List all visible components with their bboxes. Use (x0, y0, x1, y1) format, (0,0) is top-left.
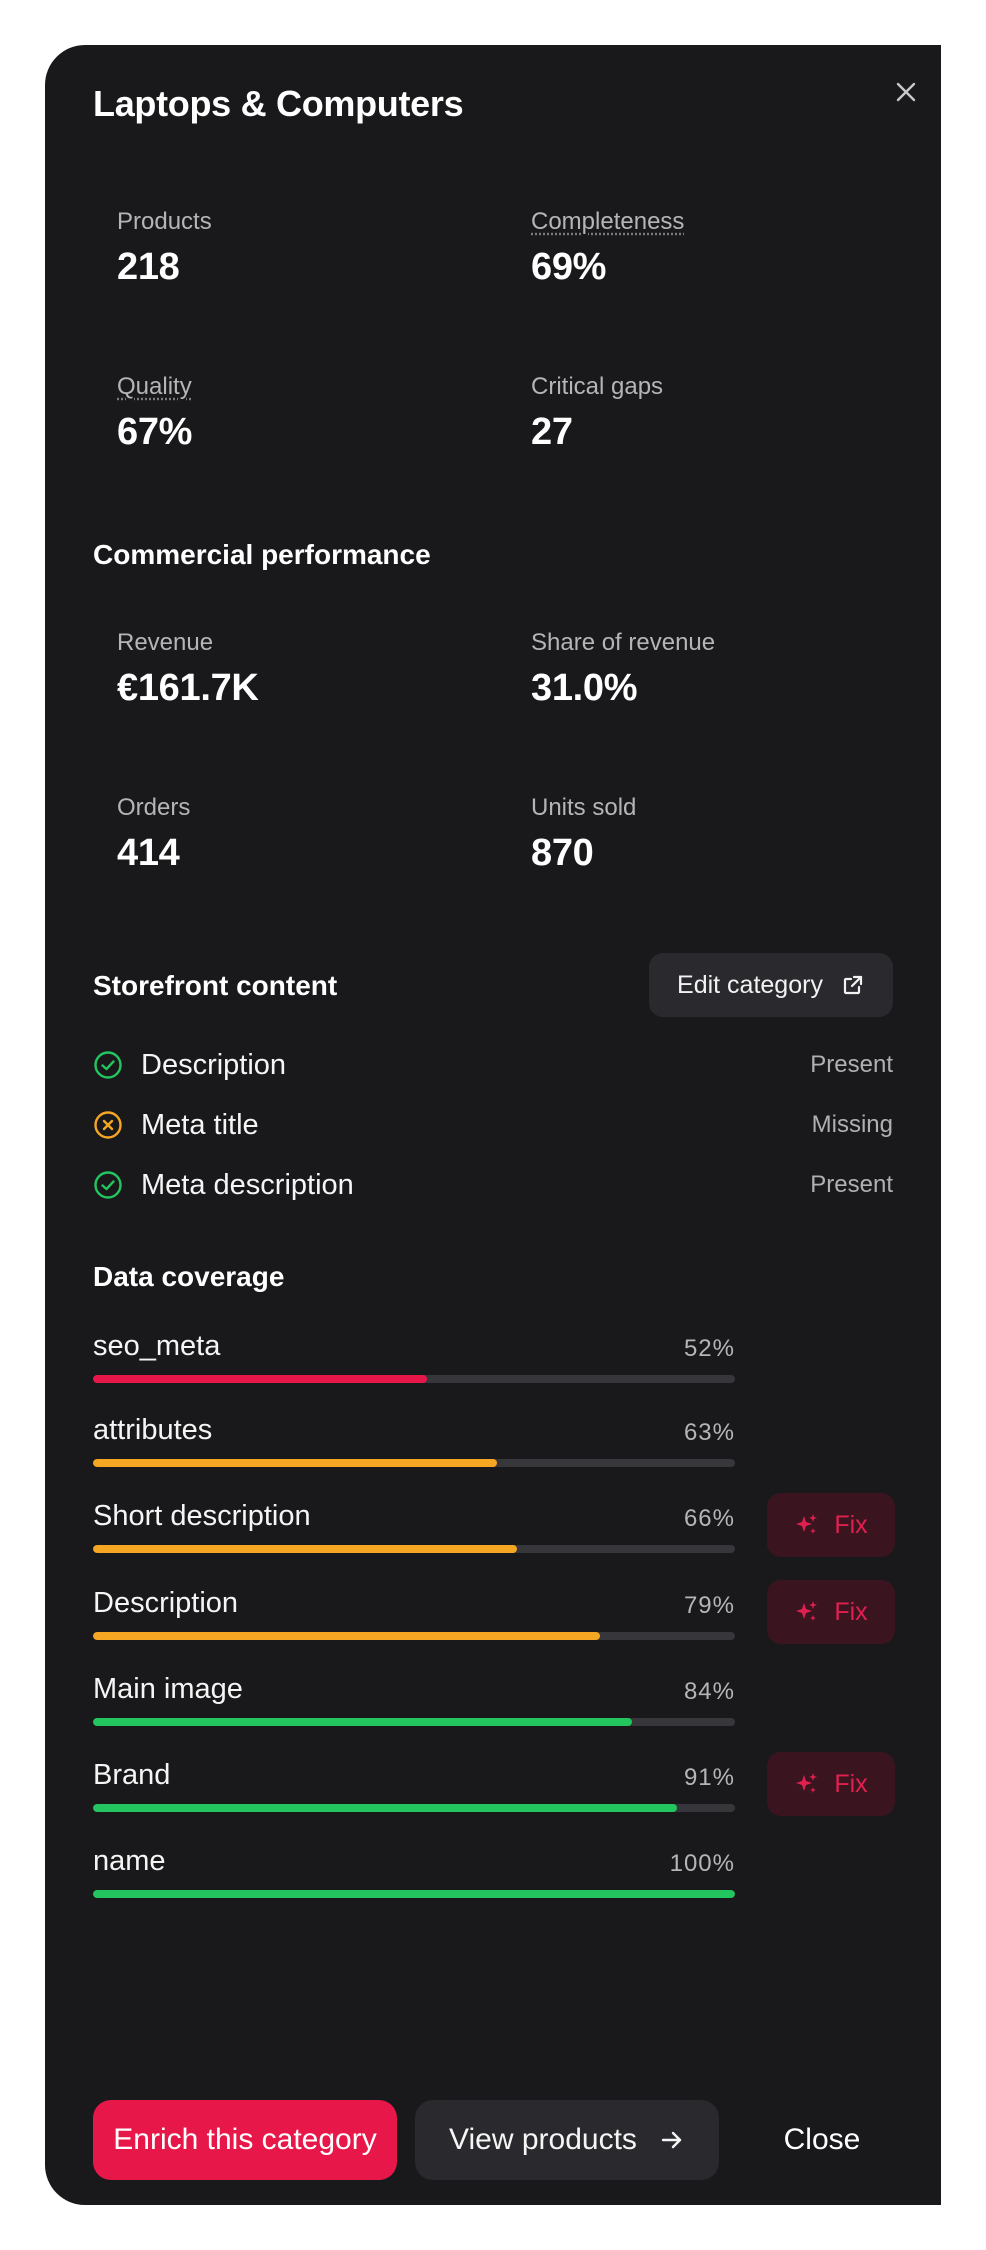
coverage-name: name (93, 1845, 166, 1877)
coverage-name: Main image (93, 1673, 243, 1705)
storefront-item-status: Present (810, 1171, 893, 1198)
coverage-track (93, 1804, 735, 1812)
coverage-track (93, 1890, 735, 1898)
stat-label: Revenue (117, 629, 214, 656)
stat-products: Products 218 (117, 207, 212, 289)
coverage-fill (93, 1545, 517, 1553)
coverage-name: Short description (93, 1500, 311, 1532)
coverage-name: Brand (93, 1759, 171, 1791)
storefront-item-status: Missing (811, 1111, 893, 1138)
fix-brand-button[interactable]: Fix (767, 1752, 895, 1816)
commercial-heading: Commercial performance (93, 539, 431, 570)
fix-description-button[interactable]: Fix (767, 1580, 895, 1644)
storefront-item-description: Description Present (93, 1045, 893, 1085)
arrow-right-icon (661, 2131, 682, 2149)
stat-label: Products (117, 208, 212, 235)
close-icon[interactable] (883, 69, 929, 115)
fix-short-description-button[interactable]: Fix (767, 1493, 895, 1557)
coverage-row-name: name 100% (93, 1840, 735, 1898)
coverage-percent: 100% (669, 1850, 735, 1877)
stat-label: Units sold (531, 794, 637, 821)
stat-units-sold: Units sold 870 (531, 793, 636, 875)
coverage-row-description: Description 79% (93, 1582, 735, 1640)
storefront-item-status: Present (810, 1051, 893, 1078)
coverage-row-brand: Brand 91% (93, 1754, 735, 1812)
coverage-fill (93, 1459, 498, 1467)
stat-value: 870 (531, 832, 594, 874)
sparkles-icon (796, 1514, 818, 1534)
coverage-fill (93, 1804, 678, 1812)
check-circle-icon (93, 1050, 123, 1080)
coverage-fill (93, 1718, 633, 1726)
coverage-track (93, 1459, 735, 1467)
coverage-name: seo_meta (93, 1330, 221, 1362)
storefront-item-meta-title: Meta title Missing (93, 1105, 893, 1145)
fix-label: Fix (834, 1510, 868, 1539)
coverage-row-main-image: Main image 84% (93, 1668, 735, 1726)
stat-completeness: Completeness 69% (531, 207, 684, 289)
coverage-percent: 91% (683, 1764, 735, 1791)
stat-label[interactable]: Quality (117, 372, 192, 402)
stat-critical-gaps: Critical gaps 27 (531, 372, 663, 454)
storefront-item-name: Meta title (141, 1108, 259, 1141)
storefront-heading: Storefront content (93, 970, 338, 1001)
coverage-row-attributes: attributes 63% (93, 1409, 735, 1467)
close-button[interactable]: Close (751, 2100, 893, 2180)
stat-revenue: Revenue €161.7K (117, 628, 259, 710)
panel-title: Laptops & Computers (93, 83, 464, 124)
sparkles-icon (796, 1601, 818, 1621)
coverage-track (93, 1718, 735, 1726)
view-products-button[interactable]: View products (415, 2100, 719, 2180)
stat-label[interactable]: Completeness (531, 207, 684, 237)
coverage-heading: Data coverage (93, 1261, 285, 1292)
coverage-name: attributes (93, 1414, 213, 1446)
enrich-category-button[interactable]: Enrich this category (93, 2100, 397, 2180)
stat-orders: Orders 414 (117, 793, 190, 875)
stat-label: Orders (117, 794, 191, 821)
storefront-item-name: Description (141, 1048, 287, 1081)
x-circle-icon (93, 1110, 123, 1140)
coverage-name: Description (93, 1587, 239, 1619)
coverage-fill (93, 1632, 601, 1640)
stat-value: 31.0% (531, 667, 638, 709)
coverage-fill (93, 1375, 427, 1383)
external-link-icon (843, 975, 863, 995)
fix-label: Fix (834, 1769, 868, 1798)
stat-share-of-revenue: Share of revenue 31.0% (531, 628, 715, 710)
category-detail-panel: Laptops & Computers Products 218 Complet… (45, 45, 941, 2205)
edit-category-label: Edit category (677, 970, 823, 999)
stat-value: 67% (117, 411, 193, 453)
stat-label: Share of revenue (531, 629, 716, 656)
enrich-label: Enrich this category (113, 2123, 377, 2156)
sparkles-icon (796, 1773, 818, 1793)
fix-label: Fix (834, 1597, 868, 1626)
coverage-percent: 79% (683, 1592, 735, 1619)
coverage-track (93, 1545, 735, 1553)
stat-value: €161.7K (117, 667, 259, 709)
stat-label: Critical gaps (531, 373, 664, 400)
coverage-percent: 66% (683, 1505, 735, 1532)
coverage-percent: 84% (683, 1678, 735, 1705)
stat-value: 414 (117, 832, 180, 874)
coverage-track (93, 1375, 735, 1383)
stat-quality: Quality 67% (117, 372, 192, 454)
stat-value: 69% (531, 246, 607, 288)
coverage-row-short-description: Short description 66% (93, 1495, 735, 1553)
coverage-row-seo-meta: seo_meta 52% (93, 1325, 735, 1383)
coverage-track (93, 1632, 735, 1640)
edit-category-button[interactable]: Edit category (649, 953, 893, 1017)
coverage-fill (93, 1890, 735, 1898)
storefront-item-name: Meta description (141, 1168, 354, 1201)
view-products-label: View products (449, 2123, 637, 2156)
stat-value: 27 (531, 411, 573, 453)
check-circle-icon (93, 1170, 123, 1200)
stat-value: 218 (117, 246, 180, 288)
close-label: Close (783, 2123, 861, 2156)
coverage-percent: 63% (683, 1419, 735, 1446)
storefront-item-meta-description: Meta description Present (93, 1165, 893, 1205)
coverage-percent: 52% (683, 1335, 735, 1362)
